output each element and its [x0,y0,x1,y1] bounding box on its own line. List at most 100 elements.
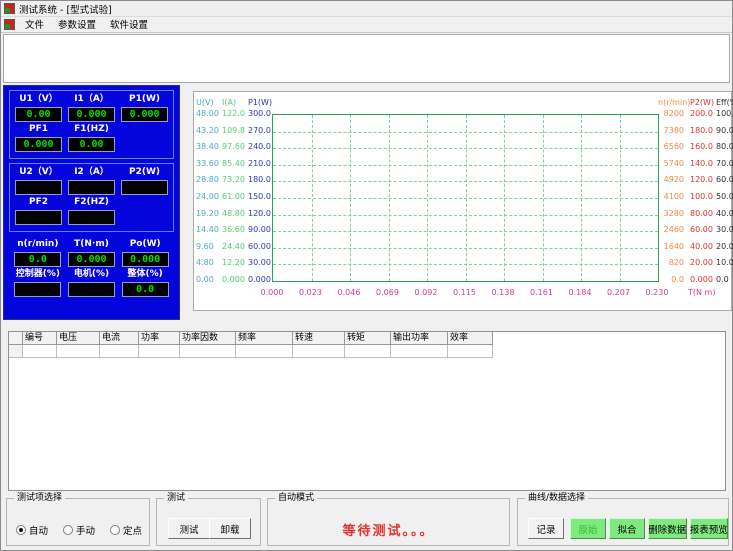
column-header: 效率 [448,332,493,345]
column-header: 频率 [236,332,293,345]
axis-tick: 820 [658,258,684,268]
column-header: 编号 [23,332,57,345]
x-axis-tick: 0.138 [485,288,521,298]
column-header: 转速 [293,332,345,345]
meter-label: Po(W) [130,239,161,250]
meter-value: 0.000 [68,107,115,122]
document-icon [4,19,15,30]
axis-tick: 97.60 [222,142,246,152]
axis-tick: 73.20 [222,175,246,185]
meter-label: T(N·m) [74,239,109,250]
table-cell[interactable] [448,345,493,358]
gridline [543,115,544,281]
menu-file[interactable]: 文件 [18,16,51,32]
table-cell[interactable] [100,345,139,358]
curve-buttons: 记录原始拟合删除数据报表预览 [518,499,728,539]
meter-value: 0.000 [68,252,115,267]
table-cell[interactable] [345,345,391,358]
meter-label: I2（A） [74,167,109,178]
button-删除数据[interactable]: 删除数据 [648,518,687,539]
radio-option-定点[interactable]: 定点 [110,523,142,537]
table-cell[interactable] [180,345,236,358]
menu-software-settings[interactable]: 软件设置 [103,16,155,32]
gridline [273,231,658,232]
axis-tick: 12.20 [222,258,246,268]
axis-tick: 40.00 [690,242,714,252]
axis-tick: 210.0 [248,159,270,169]
column-header: 电流 [100,332,139,345]
meter-panel: U1（V）0.00I1（A）0.000P1(W)0.000PF10.000F1(… [3,85,180,320]
button-报表预览[interactable]: 报表预览 [690,518,729,539]
x-axis-tick: 0.000 [254,288,290,298]
axis-tick: 60.00 [690,225,714,235]
meter-label: PF1 [29,124,48,135]
x-axis-tick: 0.230 [639,288,675,298]
window-title: 测试系统 - [型式试验] [19,2,112,16]
meter-label: 控制器(%) [16,269,60,280]
table-cell[interactable] [139,345,180,358]
axis-tick: 6560 [658,142,684,152]
blank-panel [3,34,730,83]
chart-panel: U(V)48.0043.2038.4033.6028.8024.0019.201… [193,91,732,311]
row-selector-header [9,332,23,345]
meter-group-input2: U2（V）I2（A）P2(W)PF2F2(HZ) [9,163,174,232]
axis-tick: 122.0 [222,109,246,119]
axis-tick: 0.0 [716,275,733,285]
axis-tick: 109.8 [222,126,246,136]
axis-tick: 150.0 [248,192,270,202]
meter-value [68,180,115,195]
axis-name: P2(W) [690,98,714,108]
meter-label: P1(W) [129,94,160,105]
axis-tick: 60.0 [716,175,733,185]
table-cell[interactable] [391,345,448,358]
meter-label: PF2 [29,197,48,208]
table-cell[interactable] [57,345,100,358]
meter-group-output: n(r/min)0.0T(N·m)0.000Po(W)0.000控制器(%)电机… [9,236,174,303]
axis-tick: 0.000 [248,275,270,285]
table-row [9,345,725,358]
table-cell[interactable] [293,345,345,358]
meter-value: 0.0 [14,252,61,267]
status-text: 等待测试。。。 [268,520,509,539]
axis-tick: 19.20 [196,209,220,219]
axis-tick: 14.40 [196,225,220,235]
row-selector-cell[interactable] [9,345,23,358]
radio-label: 手动 [76,523,95,537]
axis-tick: 300.0 [248,109,270,119]
meter-value [68,210,115,225]
axis-tick: 0.0 [658,275,684,285]
axis-tick: 70.0 [716,159,733,169]
gridline [504,115,505,281]
table-cell[interactable] [23,345,57,358]
button-测试[interactable]: 测试 [168,518,210,539]
gridline [620,115,621,281]
button-原始[interactable]: 原始 [570,518,606,539]
button-拟合[interactable]: 拟合 [609,518,645,539]
axis-tick: 36.60 [222,225,246,235]
button-卸载[interactable]: 卸载 [209,518,251,539]
axis-tick: 38.40 [196,142,220,152]
axis-tick: 7380 [658,126,684,136]
axis-tick: 24.00 [196,192,220,202]
button-记录[interactable]: 记录 [528,518,564,539]
meter-label: P2(W) [129,167,160,178]
axis-name: P1(W) [248,98,270,108]
axis-name: U(V) [196,98,220,108]
axis-tick: 3280 [658,209,684,219]
axis-tick: 4.80 [196,258,220,268]
axis-tick: 0.000 [222,275,246,285]
group-auto-mode: 自动模式 等待测试。。。 [267,498,510,546]
axis-tick: 9.60 [196,242,220,252]
meter-label: n(r/min) [17,239,58,250]
radio-option-手动[interactable]: 手动 [63,523,95,537]
table-cell[interactable] [236,345,293,358]
x-axis-tick: 0.115 [447,288,483,298]
radio-option-自动[interactable]: 自动 [16,523,48,537]
meter-label: 整体(%) [128,269,163,280]
axis-tick: 1640 [658,242,684,252]
radio-group: 自动 手动 定点 [7,499,149,537]
axis-tick: 0.000 [690,275,714,285]
axis-tick: 20.00 [690,258,714,268]
axis-tick: 30.0 [716,225,733,235]
menu-parameter-settings[interactable]: 参数设置 [51,16,103,32]
